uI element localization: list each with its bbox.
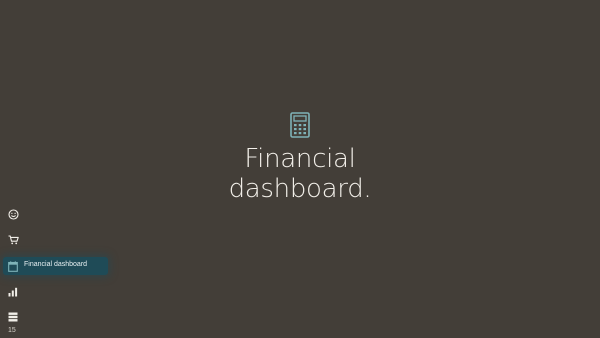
bar-chart-icon <box>8 287 18 297</box>
server-icon <box>8 312 18 322</box>
nav-item-server[interactable] <box>6 310 20 324</box>
cart-icon <box>8 235 19 245</box>
nav-item-cart[interactable] <box>6 233 20 247</box>
slide-canvas: Financial dashboard. Financial dashboard… <box>0 0 600 338</box>
smiley-icon <box>7 208 19 220</box>
calendar-icon <box>6 259 20 273</box>
nav-item-financial-dashboard[interactable]: Financial dashboard <box>3 257 108 275</box>
sidebar-nav: Financial dashboard <box>0 0 110 338</box>
nav-item-smiley[interactable] <box>6 207 20 221</box>
nav-item-label: Financial dashboard <box>24 261 88 268</box>
page-number: 15 <box>8 327 16 334</box>
nav-item-bar-chart[interactable] <box>6 285 20 299</box>
calculator-icon <box>290 112 310 138</box>
